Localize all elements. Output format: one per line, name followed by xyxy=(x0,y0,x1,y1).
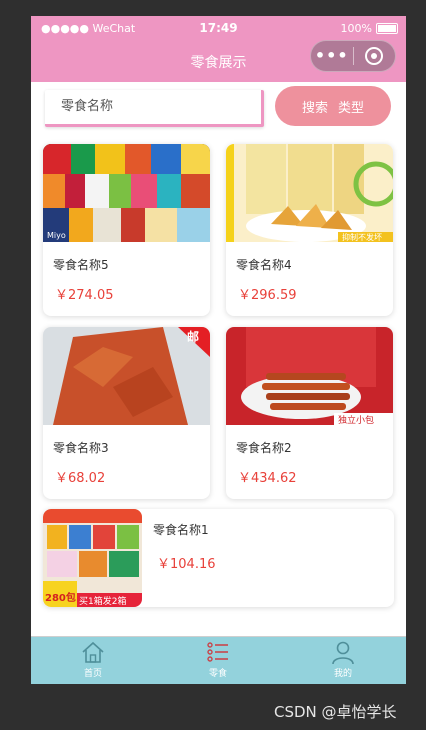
tab-mine[interactable]: 我的 xyxy=(308,639,378,684)
product-card-wide[interactable]: 280包 买1箱发2箱 零食名称1 ￥104.16 xyxy=(43,509,394,607)
search-button[interactable]: 搜索 类型 xyxy=(275,86,391,126)
product-name: 零食名称1 xyxy=(153,523,209,537)
pack-logo-text: Miyo xyxy=(47,231,66,240)
battery-icon xyxy=(376,23,398,34)
user-icon xyxy=(332,641,354,665)
badge-text: 邮 xyxy=(187,329,199,344)
watermark-text: CSDN @卓怡学长 xyxy=(274,703,397,721)
product-price: ￥296.59 xyxy=(238,288,297,303)
tab-snacks-label: 零食 xyxy=(208,669,227,679)
product-name: 零食名称2 xyxy=(236,441,292,455)
product-name: 零食名称4 xyxy=(236,258,292,272)
product-name: 零食名称3 xyxy=(53,441,109,455)
more-menu-icon[interactable]: ••• xyxy=(311,41,353,71)
promo-count-text: 280包 xyxy=(45,591,76,604)
status-right: 100% xyxy=(341,22,398,35)
product-name: 零食名称5 xyxy=(53,258,109,272)
battery-label: 100% xyxy=(340,22,372,35)
product-image: Miyo xyxy=(43,144,210,242)
product-image: 独立小包 xyxy=(226,327,393,425)
product-image: 280包 买1箱发2箱 xyxy=(43,509,142,607)
product-card[interactable]: 独立小包 零食名称2 ￥434.62 xyxy=(226,327,393,499)
tab-home[interactable]: 首页 xyxy=(58,639,128,684)
search-button-label: 搜索 xyxy=(301,100,328,116)
promo-tag-text: 抑制不发坏 xyxy=(342,232,382,242)
product-image: 抑制不发坏 xyxy=(226,144,393,242)
list-icon xyxy=(207,642,228,662)
search-input[interactable] xyxy=(59,90,253,122)
product-card[interactable]: 抑制不发坏 零食名称4 ￥296.59 xyxy=(226,144,393,316)
product-card[interactable]: Miyo 零食名称5 ￥274.05 xyxy=(43,144,210,316)
home-icon xyxy=(82,641,104,663)
tab-mine-label: 我的 xyxy=(333,669,352,679)
phone-screen: ●●●●● WeChat 17:49 100% 零食展示 ••• 搜索 类型 xyxy=(31,16,406,684)
target-icon xyxy=(365,47,384,65)
tab-bar: 首页 零食 我的 xyxy=(31,636,406,684)
search-box xyxy=(45,90,264,127)
promo-deal-text: 买1箱发2箱 xyxy=(79,595,126,607)
product-price: ￥68.02 xyxy=(55,471,106,486)
status-bar: ●●●●● WeChat 17:49 100% xyxy=(31,16,406,42)
promo-corner-text: 独立小包 xyxy=(338,414,374,425)
product-price: ￥104.16 xyxy=(157,557,216,572)
product-price: ￥434.62 xyxy=(238,471,297,486)
product-card[interactable]: 邮 零食名称3 ￥68.02 xyxy=(43,327,210,499)
product-image: 邮 xyxy=(43,327,210,425)
type-button-label: 类型 xyxy=(338,100,365,116)
miniprogram-capsule: ••• xyxy=(310,40,396,72)
tab-snacks[interactable]: 零食 xyxy=(183,639,253,684)
search-row: 搜索 类型 xyxy=(31,82,406,140)
nav-bar: 零食展示 ••• xyxy=(31,40,406,82)
product-price: ￥274.05 xyxy=(55,288,114,303)
close-miniprogram-button[interactable] xyxy=(353,47,395,65)
tab-home-label: 首页 xyxy=(83,669,102,679)
